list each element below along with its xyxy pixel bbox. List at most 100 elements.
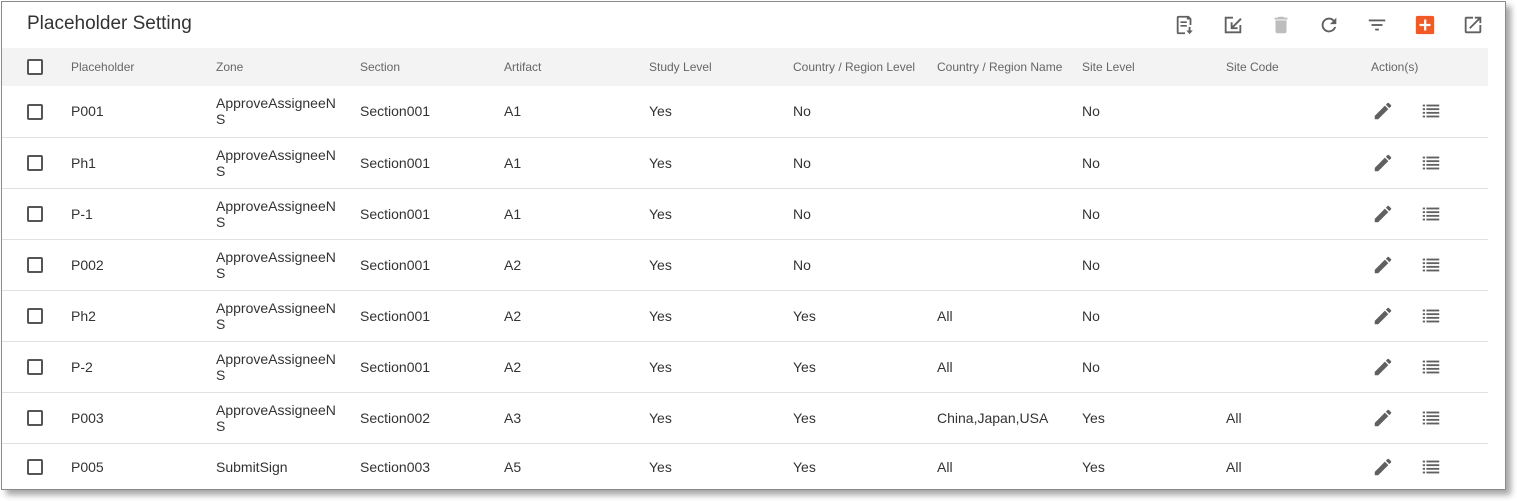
column-header-zone[interactable]: Zone xyxy=(214,48,358,86)
cell-artifact: A5 xyxy=(504,458,522,475)
cell-study-level: Yes xyxy=(647,188,791,240)
details-list-button[interactable] xyxy=(1417,149,1445,177)
edit-button[interactable] xyxy=(1369,404,1397,432)
cell-site-level: No xyxy=(1080,137,1224,189)
list-icon xyxy=(1420,100,1442,122)
row-select-cell xyxy=(2,392,69,444)
cell-placeholder: P005 xyxy=(71,458,104,475)
cell-country-region-level: Yes xyxy=(791,392,935,444)
zone-text: ApproveAssigneeNS xyxy=(216,146,336,179)
edit-pencil-icon xyxy=(1372,305,1394,327)
add-button[interactable] xyxy=(1412,12,1438,38)
cell-site-level: No xyxy=(1080,341,1224,393)
cell-study-level: Yes xyxy=(647,392,791,444)
row-checkbox[interactable] xyxy=(27,459,43,476)
cell-study-level: Yes xyxy=(647,341,791,393)
export-list-button[interactable] xyxy=(1172,12,1198,38)
cell-actions xyxy=(1369,188,1488,240)
row-select-cell xyxy=(2,290,69,342)
cell-site-level: Yes xyxy=(1082,458,1105,475)
cell-study-level: Yes xyxy=(647,290,791,342)
cell-zone: ApproveAssigneeNS xyxy=(214,137,358,189)
row-checkbox[interactable] xyxy=(27,257,43,274)
row-checkbox[interactable] xyxy=(27,155,43,172)
list-icon xyxy=(1420,254,1442,276)
list-icon xyxy=(1420,152,1442,174)
table-row[interactable]: P002 ApproveAssigneeNS Section001 A2 Yes No No xyxy=(2,239,1488,291)
cell-site-code xyxy=(1224,290,1369,342)
refresh-button[interactable] xyxy=(1316,12,1342,38)
details-list-button[interactable] xyxy=(1417,97,1445,125)
table-row[interactable]: P001 ApproveAssigneeNS Section001 A1 Yes No No xyxy=(2,86,1488,138)
edit-button[interactable] xyxy=(1369,302,1397,330)
column-header-actions: Action(s) xyxy=(1369,48,1488,86)
delete-button[interactable] xyxy=(1268,12,1294,38)
details-list-button[interactable] xyxy=(1417,453,1445,481)
row-checkbox[interactable] xyxy=(27,308,43,325)
select-all-checkbox[interactable] xyxy=(27,59,43,75)
edit-button[interactable] xyxy=(1369,97,1397,125)
cell-section: Section001 xyxy=(358,86,502,138)
row-checkbox[interactable] xyxy=(27,410,43,427)
row-checkbox[interactable] xyxy=(27,359,43,376)
cell-country-region-level: No xyxy=(791,188,935,240)
table-row[interactable]: P-2 ApproveAssigneeNS Section001 A2 Yes Yes Al… xyxy=(2,341,1488,393)
edit-button[interactable] xyxy=(1369,149,1397,177)
edit-pencil-icon xyxy=(1372,356,1394,378)
cell-artifact: A3 xyxy=(502,392,647,444)
column-header-section[interactable]: Section xyxy=(358,48,502,86)
column-header-country-region-level[interactable]: Country / Region Level xyxy=(791,48,935,86)
column-header-site-level[interactable]: Site Level xyxy=(1080,48,1224,86)
list-icon xyxy=(1420,456,1442,478)
cell-country-region-level: No xyxy=(791,239,935,291)
details-list-button[interactable] xyxy=(1417,200,1445,228)
import-button[interactable] xyxy=(1220,12,1246,38)
details-list-button[interactable] xyxy=(1417,251,1445,279)
cell-study-level: Yes xyxy=(647,239,791,291)
list-icon xyxy=(1420,203,1442,225)
filter-button[interactable] xyxy=(1364,12,1390,38)
cell-country-region-name: China,Japan,USA xyxy=(935,392,1080,444)
details-list-button[interactable] xyxy=(1417,353,1445,381)
placeholder-setting-panel: Placeholder Setting Placeholder Zone Sec… xyxy=(1,1,1506,490)
table-header-row: Placeholder Zone Section Artifact Study … xyxy=(2,48,1488,86)
table-row[interactable]: P-1 ApproveAssigneeNS Section001 A1 Yes No No xyxy=(2,188,1488,240)
column-header-country-region-name[interactable]: Country / Region Name xyxy=(935,48,1080,86)
row-select-cell xyxy=(2,188,69,240)
list-icon xyxy=(1420,407,1442,429)
table-row[interactable]: P003 ApproveAssigneeNS Section002 A3 Yes Yes C… xyxy=(2,392,1488,444)
details-list-button[interactable] xyxy=(1417,302,1445,330)
cell-country-region-level: No xyxy=(791,86,935,138)
column-header-placeholder[interactable]: Placeholder xyxy=(69,48,214,86)
cell-country-region-name xyxy=(935,86,1080,138)
export-list-icon xyxy=(1176,15,1193,35)
cell-placeholder: P001 xyxy=(69,86,214,138)
cell-artifact: A1 xyxy=(502,188,647,240)
edit-button[interactable] xyxy=(1369,200,1397,228)
row-checkbox[interactable] xyxy=(27,103,43,120)
edit-button[interactable] xyxy=(1369,251,1397,279)
details-list-button[interactable] xyxy=(1417,404,1445,432)
import-edit-icon xyxy=(1224,16,1242,34)
select-all-cell xyxy=(2,48,69,86)
column-header-artifact[interactable]: Artifact xyxy=(502,48,647,86)
edit-pencil-icon xyxy=(1372,152,1394,174)
open-external-button[interactable] xyxy=(1460,12,1486,38)
cell-country-region-name xyxy=(935,239,1080,291)
cell-zone: ApproveAssigneeNS xyxy=(214,188,358,240)
row-checkbox[interactable] xyxy=(27,206,43,223)
table-row[interactable]: P005 SubmitSign Section003 A5 Yes Yes All Yes Al… xyxy=(2,443,1488,489)
column-header-site-code[interactable]: Site Code xyxy=(1224,48,1369,86)
row-select-cell xyxy=(2,341,69,393)
table-row[interactable]: Ph1 ApproveAssigneeNS Section001 A1 Yes No No xyxy=(2,137,1488,189)
edit-button[interactable] xyxy=(1369,453,1397,481)
table-row[interactable]: Ph2 ApproveAssigneeNS Section001 A2 Yes Yes Al… xyxy=(2,290,1488,342)
edit-pencil-icon xyxy=(1372,254,1394,276)
cell-country-region-name xyxy=(935,188,1080,240)
edit-button[interactable] xyxy=(1369,353,1397,381)
edit-pencil-icon xyxy=(1372,203,1394,225)
cell-site-code xyxy=(1224,341,1369,393)
column-header-study-level[interactable]: Study Level xyxy=(647,48,791,86)
cell-zone: ApproveAssigneeNS xyxy=(214,392,358,444)
row-select-cell xyxy=(2,239,69,291)
